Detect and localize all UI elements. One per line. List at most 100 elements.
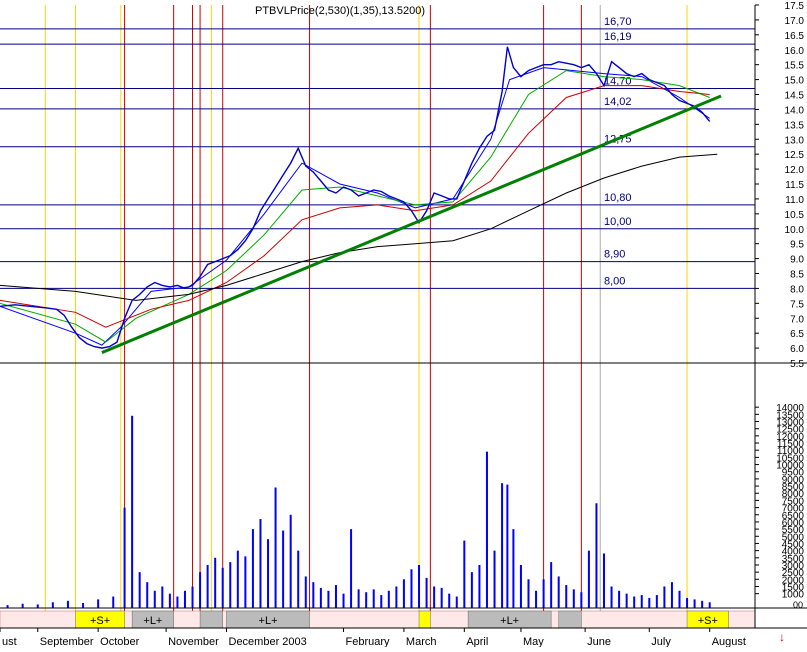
volume-bar [289,514,292,608]
price-tick-label: 7.0 [790,314,804,325]
volume-bar [372,589,375,608]
price-tick-label: 15.5 [785,61,805,72]
volume-bar [66,600,69,608]
volume-bar [550,562,553,608]
signal-band-label: +S+ [90,615,110,627]
volume-bar [470,572,473,608]
volume-bar [542,579,545,608]
volume-bar [153,590,156,608]
volume-bar [206,564,209,608]
volume-bar [357,589,360,608]
volume-bar [572,589,575,608]
price-tick-label: 15.0 [785,76,805,87]
signal-band-label: +S+ [698,615,718,627]
x-tick-label: ust [2,636,17,647]
stock-chart: 16,7016,1914,7014,0212,7510,8010,008,908… [0,0,807,648]
volume-bar [587,550,590,608]
chart-header: PTBVLPrice(2,530)(1,35),13.5200) [255,5,425,17]
level-label: 16,19 [604,31,632,43]
volume-unit-label: 00 [793,600,803,610]
volume-bar [297,550,300,608]
volume-bar [557,576,560,608]
volume-bar [618,590,621,608]
volume-bar [670,582,673,608]
x-tick-label: May [523,636,544,647]
volume-bar [267,539,270,608]
volume-bar [410,569,413,608]
scroll-down-icon[interactable]: ↓ [779,630,785,644]
price-tick-label: 12.0 [785,165,805,176]
volume-bar [21,603,24,608]
level-label: 14,02 [604,96,632,108]
price-tick-label: 6.5 [790,329,804,340]
volume-bar [580,592,583,608]
volume-bar [433,586,436,608]
volume-bar [527,579,530,608]
signal-band-label: +L+ [143,615,162,627]
volume-bar [395,586,398,608]
price-tick-label: 8.5 [790,270,804,281]
volume-bar [214,557,217,608]
volume-bar [168,593,171,608]
x-tick-label: June [587,636,611,647]
volume-bar [625,593,628,608]
signal-band [199,610,223,629]
volume-bar [678,590,681,608]
price-tick-label: 11.5 [785,180,804,191]
volume-bar [686,597,689,608]
volume-bar [387,590,390,608]
volume-bar [603,553,605,608]
volume-bar [610,586,613,608]
volume-bar [519,564,522,608]
volume-bar [244,556,247,608]
volume-bar [176,596,179,608]
volume-bar [440,587,443,608]
volume-bar [455,596,458,608]
volume-bar [365,592,368,608]
volume-bar [342,593,345,608]
volume-bar [36,604,39,608]
price-tick-label: 17.5 [785,1,805,12]
volume-bar [82,602,85,608]
volume-bar [633,596,636,608]
level-label: 8,00 [604,275,625,287]
volume-bar [319,587,322,608]
volume-bar [501,483,504,608]
chart-stage: 16,7016,1914,7014,0212,7510,8010,008,908… [0,0,807,648]
volume-bar [112,596,115,608]
level-label: 10,00 [604,216,632,228]
volume-bar [97,599,100,608]
volume-bar [418,564,421,608]
volume-bar [161,586,164,608]
x-tick-label: December 2003 [229,636,307,647]
price-tick-label: 8.0 [790,284,804,295]
volume-bar [708,602,711,608]
volume-bar [131,415,134,608]
volume-bar [506,484,509,608]
price-tick-label: 10.0 [785,225,805,236]
signal-band [418,610,431,629]
volume-bar [221,567,224,608]
signal-bands: +S+ +L+ +L+ +L+ +S+ [0,610,756,629]
level-label: 16,70 [604,16,632,28]
volume-bar [535,590,538,608]
x-tick-label: August [712,636,746,647]
signal-band-label: +L+ [259,615,278,627]
volume-bar [640,595,643,608]
volume-bar [274,487,277,608]
volume-bar [595,503,598,608]
volume-bar [183,590,186,608]
price-tick-label: 7.5 [790,299,804,310]
x-tick-label: February [346,636,391,647]
price-tick-label: 9.0 [790,255,804,266]
price-tick-label: 13.5 [785,120,805,131]
price-tick-label: 5.5 [790,359,804,370]
volume-bar [334,585,337,608]
x-tick-label: October [100,636,139,647]
volume-bar [199,572,202,608]
volume-bar [402,579,405,608]
price-tick-label: 16.0 [785,46,805,57]
volume-bar [146,582,149,608]
x-tick-label: April [466,636,488,647]
price-tick-label: 16.5 [785,31,805,42]
